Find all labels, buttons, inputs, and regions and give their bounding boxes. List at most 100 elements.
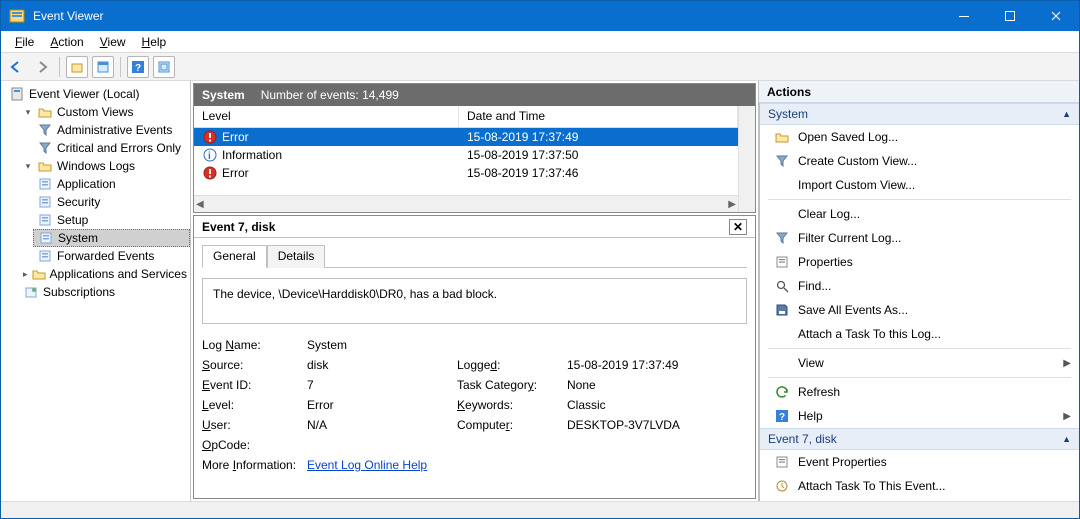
tree-apps-services[interactable]: ▸ Applications and Services Lo [19,265,190,283]
toolbar-btn-1[interactable] [66,56,88,78]
expand-icon[interactable]: ▾ [23,161,33,171]
tree-security[interactable]: Security [33,193,190,211]
app-icon [9,8,25,24]
menu-view[interactable]: View [92,33,134,51]
toolbar-btn-3[interactable] [153,56,175,78]
error-icon [202,165,218,181]
action-open-saved-log[interactable]: Open Saved Log... [760,125,1079,149]
actions-group-event[interactable]: Event 7, disk▲ [760,428,1079,450]
info-icon: i [202,147,218,163]
expand-icon[interactable]: ▸ [23,269,28,279]
kv-logname-k: Log Name: [202,338,297,352]
row-level: Error [222,130,249,144]
chevron-right-icon: ▶ [1063,358,1071,369]
events-columns: Level Date and Time [194,106,738,128]
actions-group-system[interactable]: System▲ [760,103,1079,125]
close-button[interactable] [1033,1,1079,31]
event-properties-grid: Log Name:System Source:disk Logged:15-08… [202,338,747,472]
titlebar: Event Viewer [1,1,1079,31]
event-message: The device, \Device\Harddisk0\DR0, has a… [202,278,747,324]
action-attach-task-event[interactable]: Attach Task To This Event... [760,474,1079,498]
row-datetime: 15-08-2019 17:37:46 [467,166,578,180]
back-button[interactable] [5,56,27,78]
maximize-button[interactable] [987,1,1033,31]
action-clear-log[interactable]: Clear Log... [760,202,1079,226]
folder-icon [32,266,46,282]
tab-general[interactable]: General [202,245,267,268]
collapse-icon: ▲ [1062,434,1071,444]
event-viewer-window: Event Viewer File Action View Help ? [0,0,1080,519]
tree-root-label: Event Viewer (Local) [29,87,140,101]
tree-subscriptions[interactable]: Subscriptions [19,283,190,301]
col-datetime[interactable]: Date and Time [459,106,738,127]
action-properties[interactable]: Properties [760,250,1079,274]
help-toolbar-button[interactable]: ? [127,56,149,78]
tree-system[interactable]: System [33,229,190,247]
properties-icon [774,454,790,470]
action-find[interactable]: Find... [760,274,1079,298]
menu-file[interactable]: File [7,33,42,51]
save-icon [774,302,790,318]
tab-details[interactable]: Details [267,245,326,268]
minimize-button[interactable] [941,1,987,31]
log-icon [37,212,53,228]
svg-text:?: ? [135,63,141,73]
log-icon [37,248,53,264]
forward-button[interactable] [31,56,53,78]
tree-forwarded[interactable]: Forwarded Events [33,247,190,265]
action-import-custom-view[interactable]: Import Custom View... [760,173,1079,197]
actions-pane: Actions System▲ Open Saved Log... Create… [759,81,1079,501]
event-row[interactable]: Error 15-08-2019 17:37:46 [194,164,738,182]
tree-custom-views[interactable]: ▾ Custom Views [19,103,190,121]
tree-admin-events[interactable]: Administrative Events [33,121,190,139]
event-row[interactable]: Error15-08-2019 17:37:49 [194,128,738,146]
tree-application[interactable]: Application [33,175,190,193]
tree-setup[interactable]: Setup [33,211,190,229]
expand-icon[interactable]: ▾ [23,107,33,117]
kv-logged-v: 15-08-2019 17:37:49 [567,358,747,372]
events-rows[interactable]: Error15-08-2019 17:37:49i Information 15-0… [194,128,738,195]
action-event-properties[interactable]: Event Properties [760,450,1079,474]
col-level[interactable]: Level [194,106,459,127]
row-datetime: 15-08-2019 17:37:50 [467,148,578,162]
event-row[interactable]: i Information 15-08-2019 17:37:50 [194,146,738,164]
vertical-scrollbar[interactable] [738,106,755,212]
tree-root[interactable]: Event Viewer (Local) [5,85,190,103]
navigation-tree[interactable]: Event Viewer (Local) ▾ Custom Views [1,81,191,501]
menu-help[interactable]: Help [134,33,175,51]
detail-close-button[interactable]: ✕ [729,219,747,235]
events-header-name: System [202,88,245,102]
tree-critical-errors[interactable]: Critical and Errors Only [33,139,190,157]
action-help[interactable]: ?Help▶ [760,404,1079,428]
action-view[interactable]: View▶ [760,351,1079,375]
action-filter-log[interactable]: Filter Current Log... [760,226,1079,250]
filter-icon [774,230,790,246]
help-icon: ? [774,408,790,424]
filter-icon [37,122,53,138]
log-icon [37,176,53,192]
kv-eventid-v: 7 [307,378,447,392]
row-level: Information [222,148,282,162]
horizontal-scrollbar[interactable]: ◀▶ [194,195,738,212]
folder-icon [37,158,53,174]
action-create-custom-view[interactable]: Create Custom View... [760,149,1079,173]
properties-icon [774,254,790,270]
row-level: Error [222,166,249,180]
subscriptions-icon [23,284,39,300]
refresh-icon [774,384,790,400]
menu-action[interactable]: Action [42,33,91,51]
toolbar-btn-2[interactable] [92,56,114,78]
action-refresh[interactable]: Refresh [760,380,1079,404]
detail-panel: Event 7, disk ✕ General Details The devi… [193,215,756,499]
events-header-count: Number of events: 14,499 [261,88,399,102]
event-log-help-link[interactable]: Event Log Online Help [307,458,427,472]
kv-taskcat-k: Task Category: [457,378,557,392]
action-attach-task-log[interactable]: Attach a Task To this Log... [760,322,1079,346]
window-status-strip [1,501,1079,518]
action-save-all-events[interactable]: Save All Events As... [760,298,1079,322]
tree-windows-logs[interactable]: ▾ Windows Logs [19,157,190,175]
kv-level-v: Error [307,398,447,412]
kv-source-k: Source: [202,358,297,372]
window-title: Event Viewer [33,9,103,23]
kv-logname-v: System [307,338,447,352]
